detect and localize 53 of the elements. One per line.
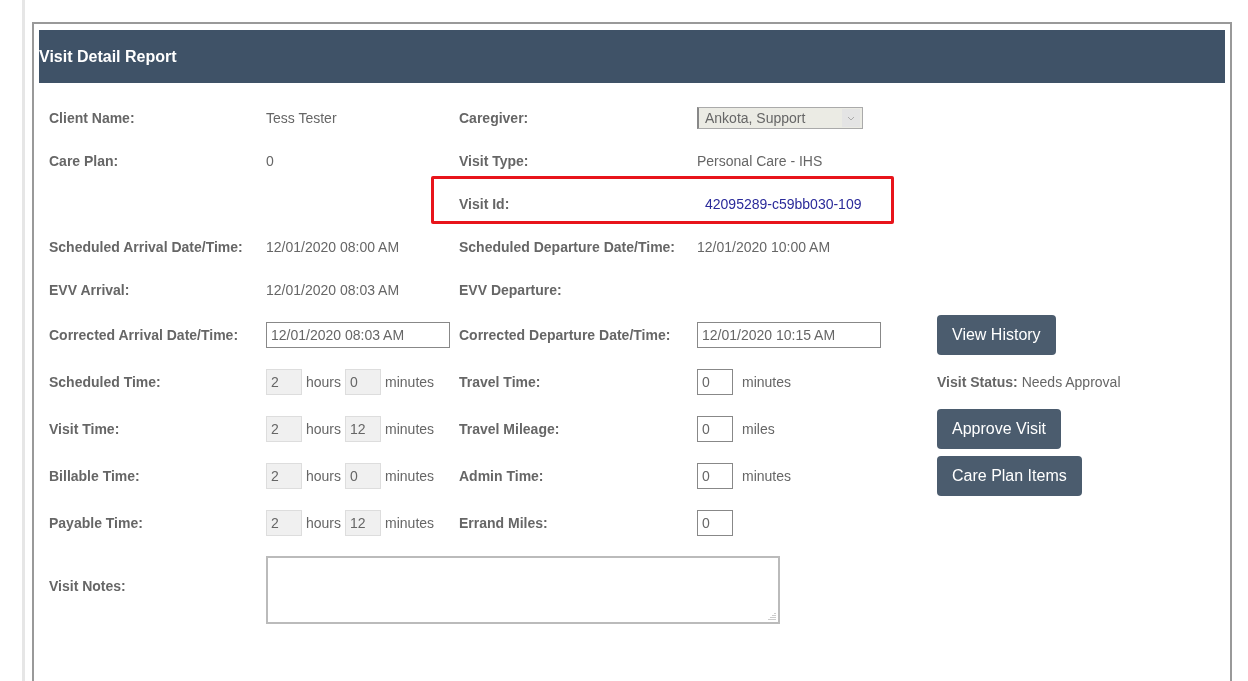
field-label: Scheduled Time: bbox=[49, 373, 162, 390]
unit-label: minutes bbox=[385, 514, 435, 531]
field-label: Visit Id: bbox=[459, 195, 511, 212]
field-label: Care Plan: bbox=[49, 152, 120, 169]
caret-icon bbox=[842, 108, 860, 127]
field-label: Travel Time: bbox=[459, 373, 542, 390]
notes-field[interactable] bbox=[266, 556, 780, 624]
field-value: 0 bbox=[266, 152, 274, 169]
field-label: Payable Time: bbox=[49, 514, 144, 531]
unit-label: hours bbox=[306, 420, 342, 437]
field-value: 12/01/2020 10:00 AM bbox=[697, 238, 831, 255]
date-time-field[interactable]: 12/01/2020 08:03 AM bbox=[266, 321, 450, 348]
unit-label: minutes bbox=[385, 467, 435, 484]
field-label: Billable Time: bbox=[49, 467, 141, 484]
date-time-field[interactable]: 12/01/2020 10:15 AM bbox=[697, 321, 881, 348]
action-button[interactable]: Approve Visit bbox=[937, 408, 1061, 449]
unit-label: minutes bbox=[742, 373, 792, 390]
number-field[interactable]: 0 bbox=[697, 509, 733, 536]
field-label: Travel Mileage: bbox=[459, 420, 561, 437]
unit-label: hours bbox=[306, 514, 342, 531]
unit-label: minutes bbox=[385, 420, 435, 437]
action-button[interactable]: View History bbox=[937, 314, 1056, 355]
unit-label: hours bbox=[306, 373, 342, 390]
unit-label: minutes bbox=[385, 373, 435, 390]
field-label: Errand Miles: bbox=[459, 514, 549, 531]
field-label: Corrected Arrival Date/Time: bbox=[49, 326, 240, 343]
field-value: 12/01/2020 08:00 AM bbox=[266, 238, 400, 255]
field-label: Visit Notes: bbox=[49, 578, 127, 594]
field-label: Client Name: bbox=[49, 109, 136, 126]
number-field[interactable]: 0 bbox=[697, 415, 733, 442]
action-button[interactable]: Care Plan Items bbox=[937, 455, 1082, 496]
field-label: EVV Departure: bbox=[459, 281, 563, 298]
number-field[interactable]: 0 bbox=[697, 368, 733, 395]
field-label: Caregiver: bbox=[459, 109, 530, 126]
field-value: 12/01/2020 08:03 AM bbox=[266, 281, 400, 298]
field-label: Scheduled Arrival Date/Time: bbox=[49, 238, 244, 255]
field-label: EVV Arrival: bbox=[49, 281, 131, 298]
field-label: Visit Type: bbox=[459, 152, 530, 169]
field-label: Scheduled Departure Date/Time: bbox=[459, 238, 677, 255]
field-value: Tess Tester bbox=[266, 109, 337, 126]
field-value: Personal Care - IHS bbox=[697, 152, 823, 169]
unit-label: miles bbox=[742, 420, 775, 437]
number-field[interactable]: 0 bbox=[697, 462, 733, 489]
status-label: Visit Status: bbox=[937, 373, 1018, 390]
field-label: Visit Time: bbox=[49, 420, 121, 437]
unit-label: hours bbox=[306, 467, 342, 484]
status-value: Needs Approval bbox=[1021, 373, 1121, 390]
panel-title: Visit Detail Report bbox=[39, 47, 177, 66]
field-label: Admin Time: bbox=[459, 467, 545, 484]
field-label: Corrected Departure Date/Time: bbox=[459, 326, 672, 343]
resize-grip-icon bbox=[768, 612, 776, 620]
unit-label: minutes bbox=[742, 467, 792, 484]
visit-id-link[interactable]: 42095289-c59bb030-109 bbox=[705, 195, 862, 212]
